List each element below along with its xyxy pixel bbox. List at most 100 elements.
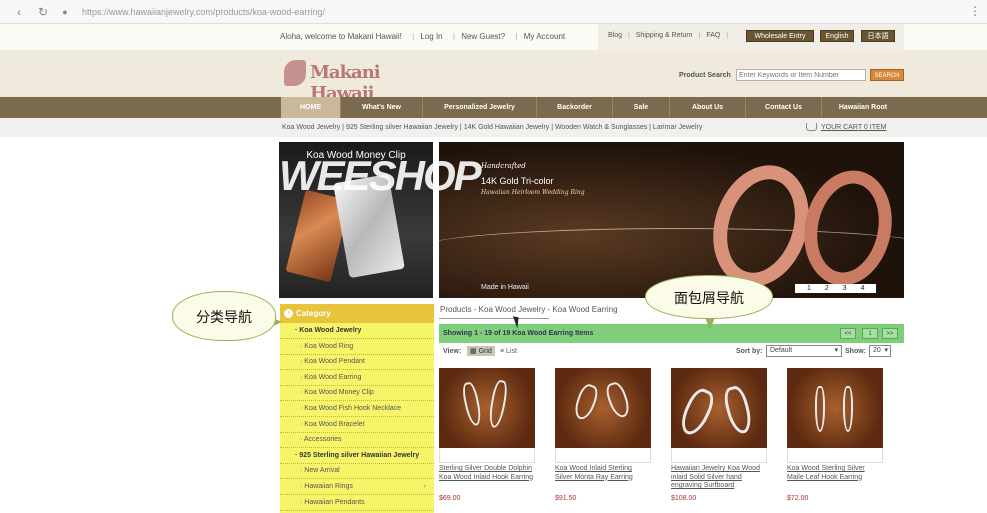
category-item-label: New Arrival: [304, 467, 340, 475]
dropdown-icon: ▾: [884, 347, 888, 354]
top-links: Blog | Shipping & Return | FAQ | Wholesa…: [598, 24, 904, 50]
wholesale-button[interactable]: Wholesale Entry: [746, 30, 814, 42]
breadcrumb[interactable]: Products - Koa Wood Jewelry - Koa Wood E…: [440, 305, 618, 314]
category-item[interactable]: · 925 Sterling silver Hawaiian Jewelry: [280, 448, 434, 464]
category-item-label: Hawaiian Pendants: [304, 498, 365, 506]
product-card[interactable]: Sterling Silver Double Dolphin Koa Wood …: [439, 368, 535, 502]
reload-icon[interactable]: ↻: [36, 5, 50, 19]
ring-image-2: [793, 162, 903, 294]
nav-about-us[interactable]: About Us: [670, 97, 746, 118]
category-item[interactable]: · Koa Wood Fish Hook Necklace: [280, 401, 434, 417]
breadcrumb-nav-callout: 面包屑导航: [645, 275, 773, 319]
watermark: WEESHOP: [279, 152, 482, 199]
nav-backorder[interactable]: Backorder: [537, 97, 613, 118]
chevron-right-icon: ›: [423, 483, 426, 490]
lock-icon: ●: [62, 7, 68, 17]
faq-link[interactable]: FAQ: [706, 32, 720, 39]
category-item[interactable]: · Koa Wood Jewelry: [280, 323, 434, 339]
category-item[interactable]: · Koa Wood Pendant: [280, 354, 434, 371]
page-first-button[interactable]: <<: [840, 328, 856, 339]
show-label: Show:: [845, 348, 866, 355]
product-name[interactable]: Sterling Silver Double Dolphin Koa Wood …: [439, 465, 535, 482]
product-name[interactable]: Koa Wood Inlaid Sterling Silver Monta Ra…: [555, 465, 651, 482]
my-account-link[interactable]: My Account: [524, 32, 565, 41]
top-bar: Aloha, welcome to Makani Hawaii! | Log I…: [0, 24, 987, 50]
nav-hawaiian-root[interactable]: Hawaiian Root: [822, 97, 904, 118]
product-price: $69.00: [439, 495, 461, 502]
product-name[interactable]: Hawaiian Jewelry Koa Wood inlaid Solid S…: [671, 465, 767, 491]
blog-link[interactable]: Blog: [608, 32, 622, 39]
category-item[interactable]: · New Arrival: [280, 463, 434, 480]
cart-icon: [806, 123, 817, 131]
shipping-link[interactable]: Shipping & Return: [636, 32, 693, 39]
back-icon[interactable]: ‹: [12, 5, 26, 19]
category-item-label: Koa Wood Earring: [304, 373, 362, 381]
results-count: Showing 1 - 19 of 19 Koa Wood Earring It…: [443, 330, 594, 337]
nav-personalized-jewelry[interactable]: Personalized Jewelry: [423, 97, 537, 118]
category-item[interactable]: · Koa Wood Bracelet: [280, 417, 434, 433]
hero-banner[interactable]: Handcrafted 14K Gold Tri-color Hawaiian …: [439, 142, 904, 298]
slide-3[interactable]: 3: [843, 285, 847, 292]
category-item[interactable]: · Koa Wood Ring: [280, 339, 434, 355]
nav-home[interactable]: HOME: [281, 97, 341, 118]
main-nav: HOME What's New Personalized Jewelry Bac…: [0, 97, 987, 118]
category-item-label: Hawaiian Rings: [304, 483, 353, 490]
cart-link[interactable]: YOUR CART 0 ITEM: [806, 123, 886, 131]
category-list: · Koa Wood Jewelry · Koa Wood Ring · Koa W…: [280, 323, 434, 513]
product-image[interactable]: [555, 368, 651, 448]
page-last-button[interactable]: >>: [882, 328, 898, 339]
category-header: › Category: [280, 304, 434, 323]
product-card[interactable]: Koa Wood Sterling Silver Maile Leaf Hook…: [787, 368, 883, 502]
sort-select[interactable]: Default ▾: [766, 345, 842, 357]
category-item[interactable]: · Hawaiian Pendants: [280, 495, 434, 511]
menu-icon[interactable]: ⋮: [969, 4, 981, 18]
product-card[interactable]: Koa Wood Inlaid Sterling Silver Monta Ra…: [555, 368, 651, 502]
show-select[interactable]: 20 ▾: [869, 345, 891, 357]
page-current[interactable]: 1: [862, 328, 878, 339]
category-item-label: Koa Wood Bracelet: [304, 420, 365, 428]
slide-4[interactable]: 4: [861, 285, 865, 292]
category-title: Category: [296, 309, 331, 318]
slide-2[interactable]: 2: [825, 285, 829, 292]
banner-subline: Hawaiian Heirloom Wedding Ring: [481, 189, 585, 196]
product-price: $108.00: [671, 495, 697, 502]
view-label: View:: [443, 348, 462, 355]
category-item-label: 925 Sterling silver Hawaiian Jewelry: [299, 451, 420, 459]
search-input[interactable]: [736, 69, 866, 81]
category-item[interactable]: · Hawaiian Rings ›: [280, 479, 434, 495]
address-bar[interactable]: https://www.hawaiianjewelry.com/products…: [82, 5, 482, 19]
product-name[interactable]: Koa Wood Sterling Silver Maile Leaf Hook…: [787, 465, 883, 482]
dropdown-icon: ▾: [834, 347, 838, 354]
logo[interactable]: Makani Hawaii: [284, 58, 422, 104]
nav-whats-new[interactable]: What's New: [341, 97, 423, 118]
product-image[interactable]: [671, 368, 767, 448]
view-bar: View: ▦ Grid ≡ List Sort by: Default ▾ Sh…: [439, 345, 904, 358]
category-links[interactable]: Koa Wood Jewelry | 925 Sterling silver H…: [282, 124, 702, 131]
slide-1[interactable]: 1: [807, 285, 811, 292]
category-item-label: Koa Wood Jewelry: [299, 327, 362, 334]
login-link[interactable]: Log In: [420, 32, 442, 41]
product-image[interactable]: [439, 368, 535, 448]
nav-sale[interactable]: Sale: [613, 97, 670, 118]
banner-headline: 14K Gold Tri-color: [481, 176, 554, 186]
nav-contact-us[interactable]: Contact Us: [746, 97, 822, 118]
product-image[interactable]: [787, 368, 883, 448]
product-price: $91.50: [555, 495, 577, 502]
category-item-label: Koa Wood Money Clip: [304, 389, 374, 397]
search-label: Product Search: [679, 72, 731, 79]
new-guest-link[interactable]: New Guest?: [461, 32, 505, 41]
grid-view-button[interactable]: ▦ Grid: [467, 346, 495, 356]
category-item[interactable]: · Koa Wood Earring: [280, 370, 434, 386]
sort-label: Sort by:: [736, 348, 763, 355]
japanese-button[interactable]: 日本語: [861, 30, 895, 42]
product-card[interactable]: Hawaiian Jewelry Koa Wood inlaid Solid S…: [671, 368, 767, 502]
site: Aloha, welcome to Makani Hawaii! | Log I…: [0, 24, 987, 513]
list-view-button[interactable]: ≡ List: [500, 348, 517, 355]
logo-mark: [284, 60, 306, 86]
english-button[interactable]: English: [820, 30, 854, 42]
category-item[interactable]: · Koa Wood Money Clip: [280, 385, 434, 402]
category-item[interactable]: · Accessories: [280, 432, 434, 449]
search-button[interactable]: SEARCH: [870, 69, 904, 81]
chevron-right-icon: ›: [284, 309, 293, 318]
category-item-label: Koa Wood Fish Hook Necklace: [304, 405, 402, 412]
